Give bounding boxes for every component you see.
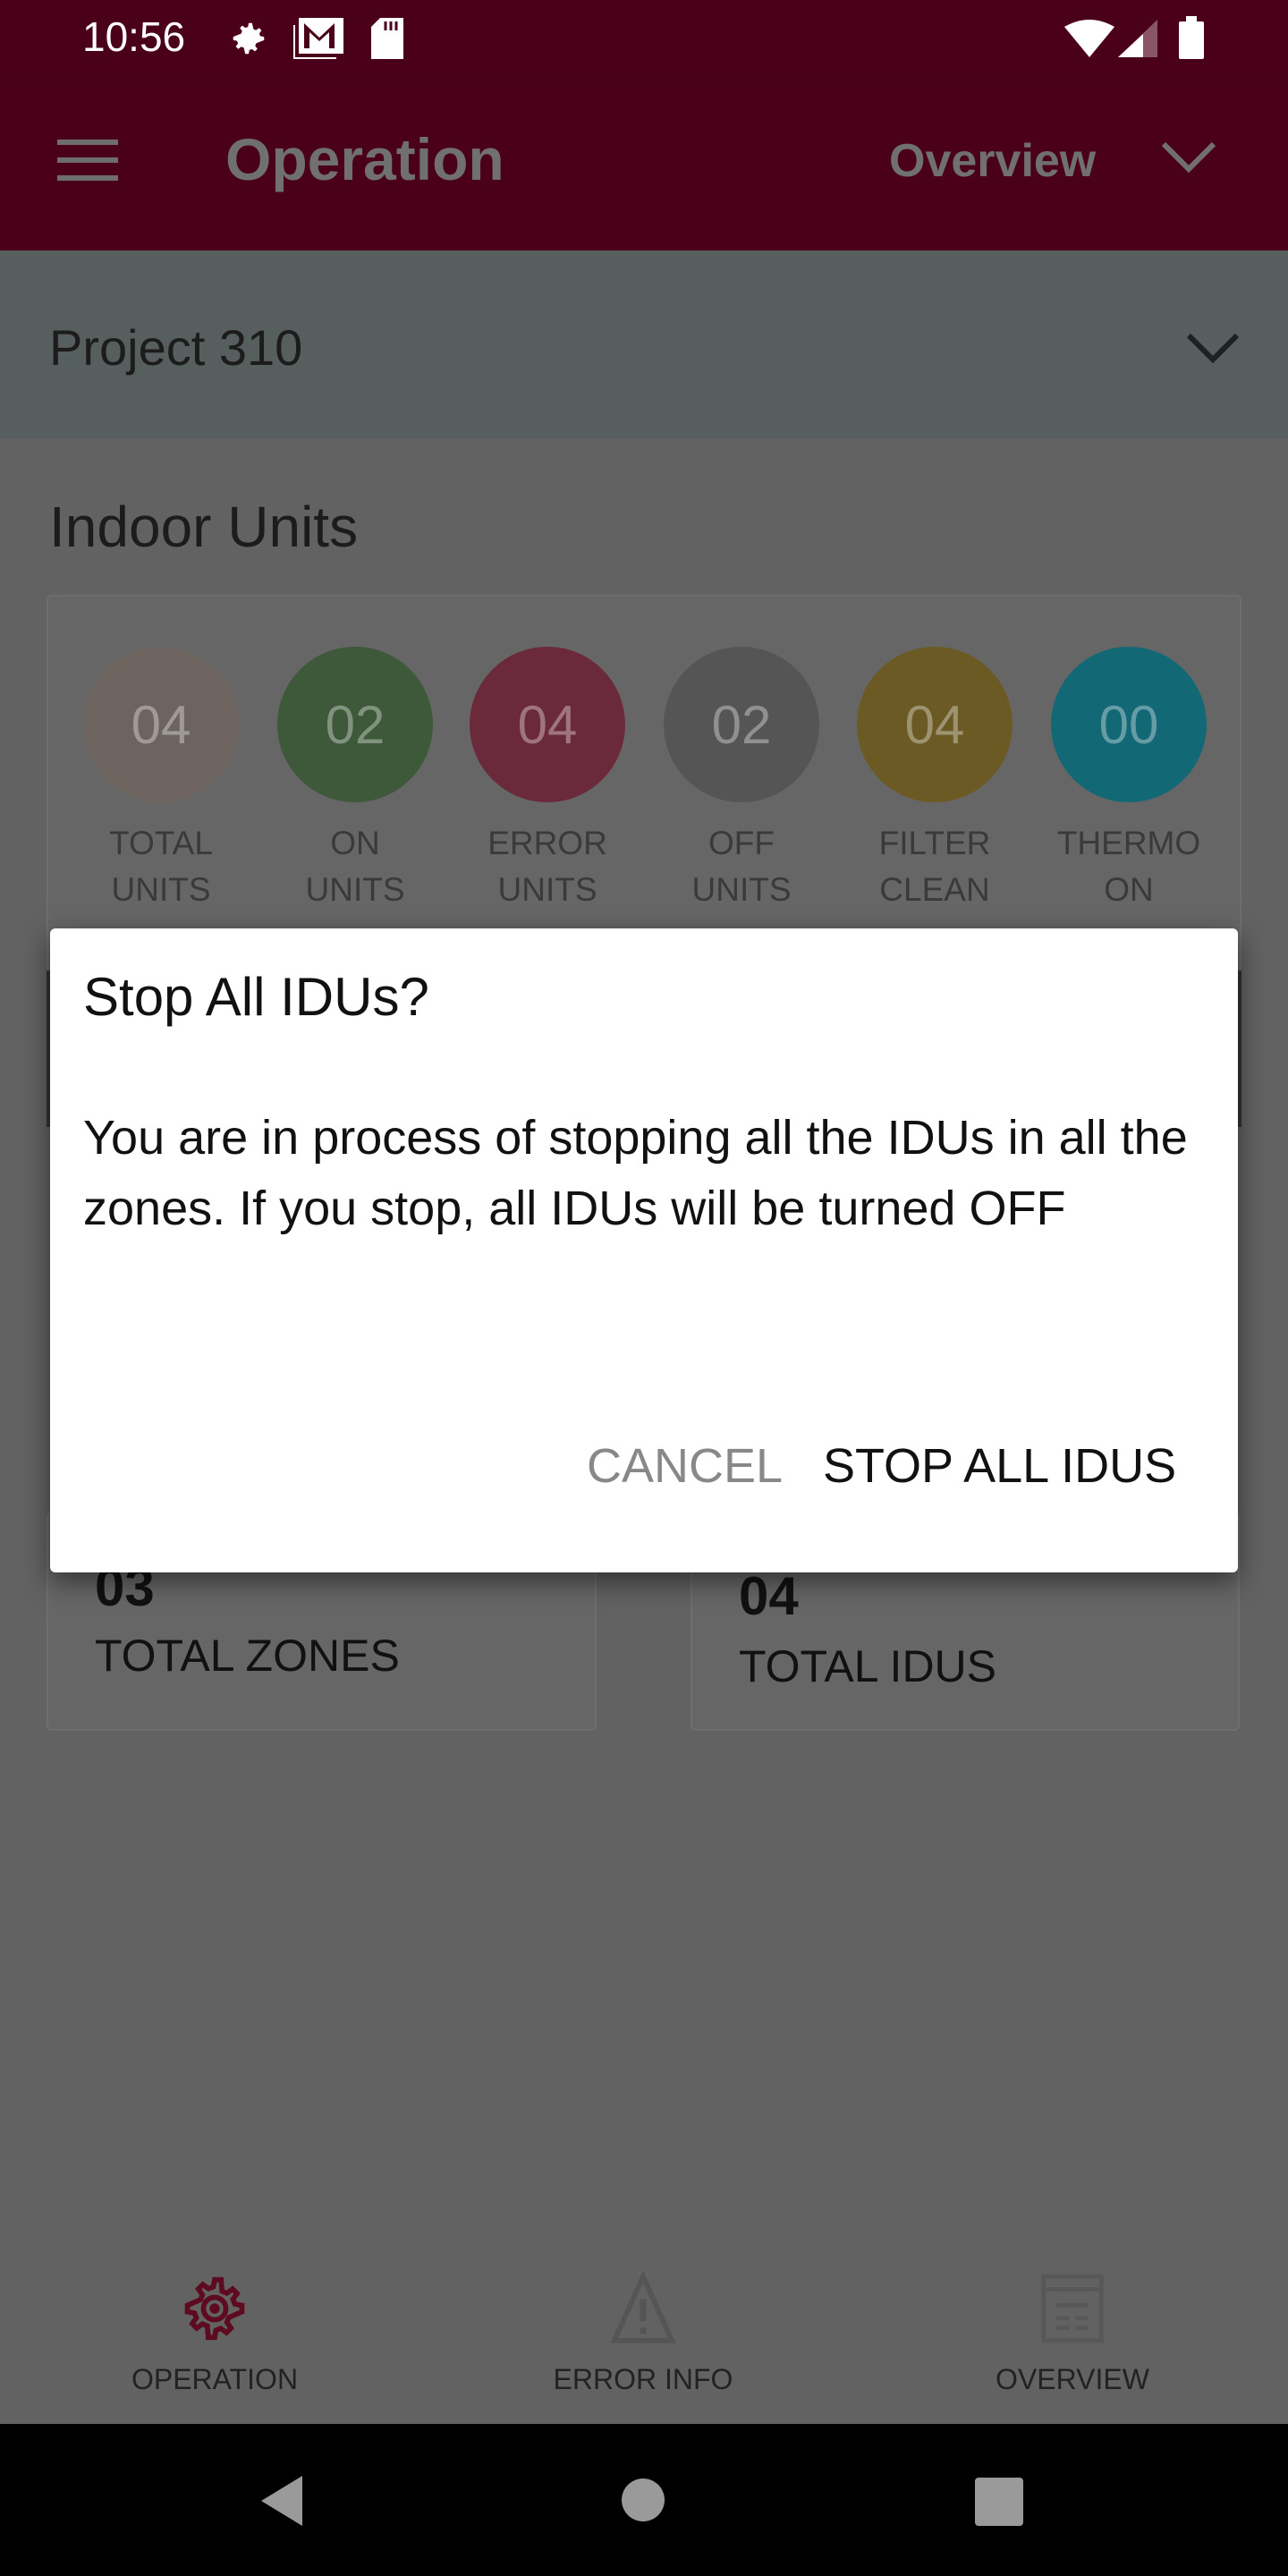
home-icon[interactable] <box>621 2478 665 2522</box>
indoor-units-card: 04 TOTAL UNITS 02 ON UNITS 04 ERROR UNITS 02 OFF UN… <box>47 595 1241 979</box>
gear-icon <box>184 2276 245 2341</box>
nav-label: ERROR INFO <box>553 2363 733 2395</box>
app-bar: Operation Overview <box>0 80 1288 250</box>
project-selector[interactable]: Project 310 <box>0 250 1288 438</box>
stat-circle[interactable]: 04 <box>857 647 1013 802</box>
warning-icon <box>610 2270 676 2343</box>
stat-label: UNITS <box>691 871 792 908</box>
bottom-nav: OPERATION ERROR INFO OVERVIEW <box>0 2234 1288 2424</box>
battery-icon <box>1179 16 1204 59</box>
signal-icon <box>1118 20 1157 57</box>
stat-circle[interactable]: 02 <box>277 647 433 802</box>
stop-all-idus-button[interactable]: STOP ALL IDUS <box>823 1438 1176 1494</box>
status-time: 10:56 <box>82 13 186 60</box>
stat-label: ON <box>330 825 380 861</box>
stat-label: TOTAL <box>109 825 213 861</box>
page-title: Operation <box>225 126 504 192</box>
total-idus-value: 04 <box>739 1566 799 1626</box>
stat-label: FILTER <box>878 825 991 861</box>
back-icon[interactable] <box>259 2476 304 2526</box>
stat-circle[interactable]: 04 <box>470 647 625 802</box>
stat-label: UNITS <box>111 871 211 908</box>
nav-error-info[interactable]: ERROR INFO <box>509 2270 777 2396</box>
stop-all-dialog: Stop All IDUs? You are in process of sto… <box>50 928 1238 1572</box>
stat-circle[interactable]: 02 <box>664 647 819 802</box>
overview-icon <box>1041 2274 1104 2343</box>
stat-label: ON <box>1104 871 1154 908</box>
stat-circle[interactable]: 00 <box>1051 647 1207 802</box>
section-heading: Indoor Units <box>49 495 359 559</box>
stat-label: UNITS <box>305 871 405 908</box>
stat-label: UNITS <box>497 871 597 908</box>
nav-label: OPERATION <box>131 2363 299 2395</box>
nav-label: OVERVIEW <box>996 2363 1149 2395</box>
chevron-down-icon <box>1161 141 1216 174</box>
gmail-icon <box>293 18 343 59</box>
stat-label: ERROR <box>487 825 607 861</box>
system-nav-bar <box>0 2424 1288 2576</box>
nav-operation[interactable]: OPERATION <box>80 2270 349 2396</box>
total-idus-label: TOTAL IDUS <box>739 1641 997 1691</box>
stat-circle[interactable]: 04 <box>83 647 239 802</box>
stat-label: OFF <box>708 825 775 861</box>
gear-icon <box>233 22 265 55</box>
nav-overview[interactable]: OVERVIEW <box>938 2270 1207 2396</box>
dialog-title: Stop All IDUs? <box>83 967 429 1027</box>
cancel-button[interactable]: CANCEL <box>587 1438 783 1494</box>
stat-label: CLEAN <box>879 871 990 908</box>
view-selector[interactable]: Overview <box>886 134 1243 197</box>
sd-card-icon <box>371 18 403 59</box>
status-bar: 10:56 <box>0 0 1288 80</box>
total-zones-label: TOTAL ZONES <box>95 1631 400 1681</box>
dialog-message: You are in process of stopping all the I… <box>83 1111 1188 1235</box>
menu-icon[interactable] <box>57 140 118 181</box>
recents-icon[interactable] <box>975 2478 1023 2526</box>
stat-label: THERMO <box>1056 825 1201 861</box>
view-selector-label: Overview <box>889 135 1097 187</box>
project-name: Project 310 <box>49 319 303 376</box>
wifi-icon <box>1064 20 1114 57</box>
chevron-down-icon <box>1186 333 1240 363</box>
